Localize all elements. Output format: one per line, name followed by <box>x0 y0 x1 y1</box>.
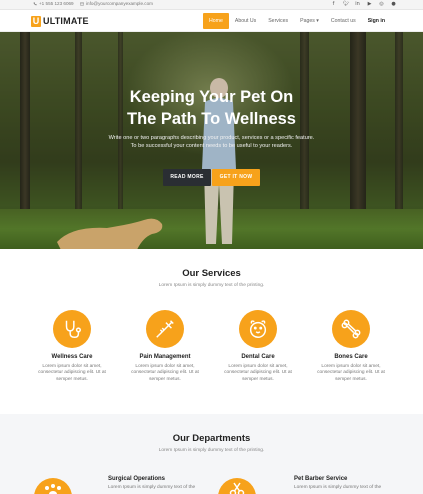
service-icon-circle <box>239 310 277 348</box>
dog-figure <box>57 218 163 249</box>
services-subtitle: Lorem Ipsum is simply dummy text of the … <box>158 283 265 288</box>
bone-icon <box>341 319 361 339</box>
service-name: Wellness Care <box>51 354 93 360</box>
service-card-dental-care[interactable]: Dental Care Lorem ipsum dolor sit amet, … <box>213 310 303 383</box>
nav-item-about[interactable]: About Us <box>229 13 262 29</box>
phone-number: +1 555 123 6069 <box>39 1 74 6</box>
service-card-bones-care[interactable]: Bones Care Lorem ipsum dolor sit amet, c… <box>306 310 396 383</box>
departments-title: Our Departments <box>172 433 251 444</box>
service-description: Lorem ipsum dolor sit amet, consectetur … <box>213 364 303 383</box>
hero-banner: Keeping Your Pet On The Path To Wellness… <box>0 32 423 249</box>
envelope-icon <box>80 2 84 5</box>
nav-item-home[interactable]: Home <box>203 13 229 29</box>
phone-icon <box>33 1 37 5</box>
service-description: Lorem ipsum dolor sit amet, consectetur … <box>27 364 117 383</box>
service-desc-line: consectetur adipiscing elit. Ut at <box>38 370 106 376</box>
phone-contact[interactable]: +1 555 123 6069 <box>33 1 74 6</box>
hero-subtitle-line-2: To be successful your content needs to b… <box>130 143 293 149</box>
service-desc-line: semper metus. <box>149 376 181 382</box>
department-name: Surgical Operations <box>108 476 166 482</box>
sign-in-link[interactable]: Sign in <box>362 13 391 29</box>
nav-menu: Home About Us Services Pages ▾ Contact u… <box>203 13 391 29</box>
service-desc-line: consectetur adipiscing elit. Ut at <box>317 370 385 376</box>
service-desc-line: semper metus. <box>335 376 367 382</box>
twitter-icon[interactable]: 🐦︎ <box>343 1 349 8</box>
hero-title-line-2: The Path To Wellness <box>126 110 296 128</box>
service-description: Lorem ipsum dolor sit amet, consectetur … <box>306 364 396 383</box>
service-icon-circle <box>53 310 91 348</box>
facebook-icon[interactable]: f <box>331 1 336 8</box>
service-description: Lorem ipsum dolor sit amet, consectetur … <box>120 364 210 383</box>
nav-item-pages-dropdown[interactable]: Pages ▾ <box>294 13 325 29</box>
department-surgical-operations[interactable]: Surgical Operations Lorem Ipsum is simpl… <box>108 476 195 490</box>
service-card-pain-management[interactable]: Pain Management Lorem ipsum dolor sit am… <box>120 310 210 383</box>
service-desc-line: semper metus. <box>56 376 88 382</box>
service-card-wellness[interactable]: Wellness Care Lorem ipsum dolor sit amet… <box>27 310 117 383</box>
department-description: Lorem Ipsum is simply dummy text of the <box>294 485 382 490</box>
service-name: Pain Management <box>139 354 191 360</box>
department-pet-barber-service[interactable]: Pet Barber Service Lorem Ipsum is simply… <box>294 476 381 490</box>
hero-subtitle-line-1: Write one or two paragraphs describing y… <box>108 135 315 141</box>
youtube-icon[interactable]: ▶ <box>367 1 372 8</box>
get-it-now-button[interactable]: GET IT NOW <box>212 169 260 186</box>
department-description: Lorem Ipsum is simply dummy text of the <box>108 485 196 490</box>
stethoscope-icon <box>65 320 81 338</box>
service-icon-circle <box>146 310 184 348</box>
syringe-icon <box>156 320 174 338</box>
read-more-button[interactable]: READ MORE <box>163 169 211 186</box>
linkedin-icon[interactable]: in <box>355 1 360 8</box>
email-address: info@yourcompanyexample.com <box>86 1 153 6</box>
email-contact[interactable]: info@yourcompanyexample.com <box>80 1 153 6</box>
service-desc-line: semper metus. <box>242 376 274 382</box>
nav-item-contact[interactable]: Contact us <box>325 13 362 29</box>
social-links: f 🐦︎ in ▶ ◎ ● <box>331 1 396 8</box>
nav-item-services[interactable]: Services <box>262 13 294 29</box>
hero-title-line-1: Keeping Your Pet On <box>129 88 294 106</box>
main-navbar: U ULTIMATE Home About Us Services Pages … <box>0 10 423 32</box>
service-name: Bones Care <box>334 354 368 360</box>
brand-logo[interactable]: U ULTIMATE <box>31 15 89 27</box>
departments-subtitle: Lorem Ipsum is simply dummy text of the … <box>158 448 265 453</box>
service-icon-circle <box>332 310 370 348</box>
logo-text: ULTIMATE <box>43 16 89 26</box>
department-name: Pet Barber Service <box>294 476 348 482</box>
instagram-icon[interactable]: ◎ <box>379 1 384 8</box>
pet-face-icon <box>249 320 267 338</box>
logo-mark: U <box>31 15 41 27</box>
service-desc-line: consectetur adipiscing elit. Ut at <box>224 370 292 376</box>
github-icon[interactable]: ● <box>391 1 396 8</box>
service-desc-line: consectetur adipiscing elit. Ut at <box>131 370 199 376</box>
top-bar: +1 555 123 6069 info@yourcompanyexample.… <box>0 0 423 10</box>
service-name: Dental Care <box>241 354 275 360</box>
services-title: Our Services <box>182 268 241 279</box>
